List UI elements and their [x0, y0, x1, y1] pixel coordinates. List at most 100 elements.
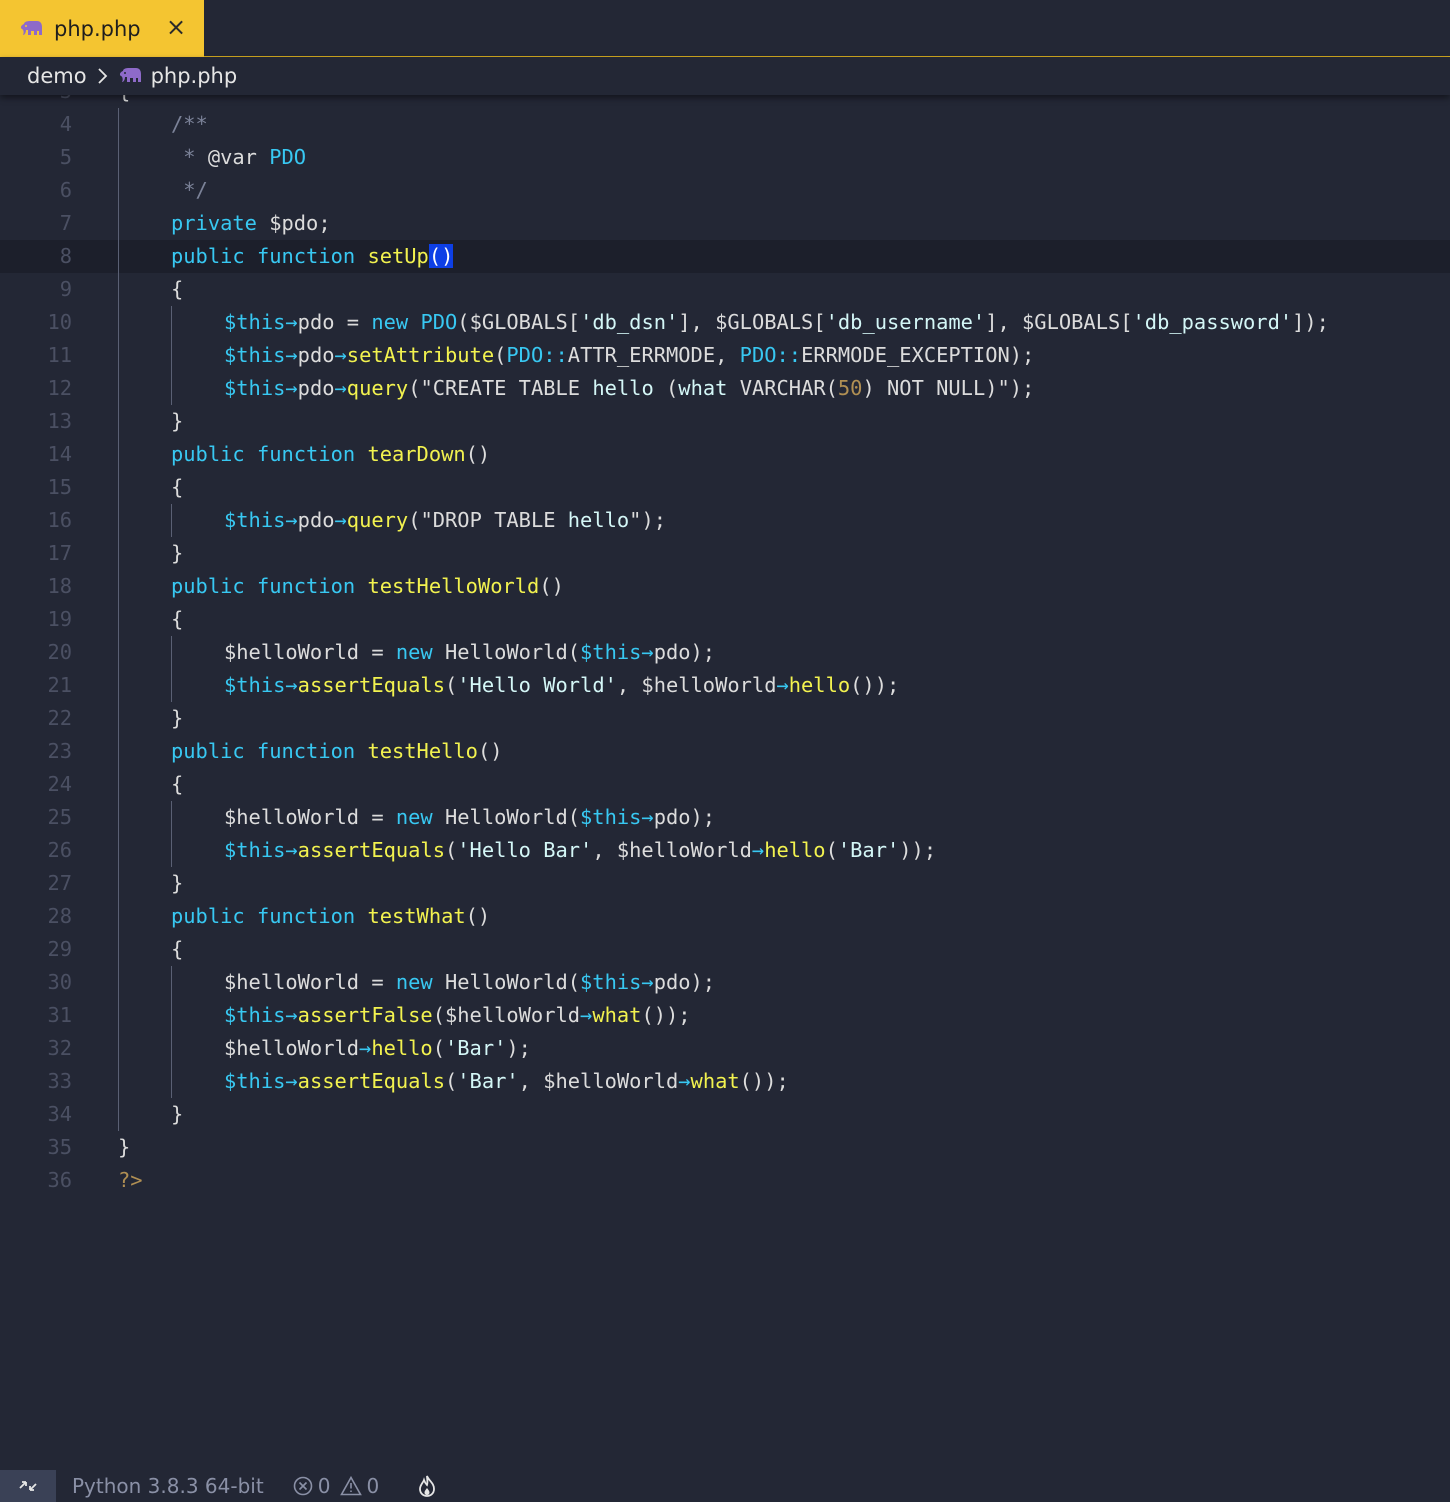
code-token: ( — [445, 673, 458, 697]
code-token: public — [171, 244, 257, 268]
code-line[interactable]: 12 $this→pdo→query("CREATE TABLE hello (w… — [0, 372, 1450, 405]
code-line[interactable]: 25 $helloWorld = new HelloWorld($this→pdo… — [0, 801, 1450, 834]
code-line[interactable]: 30 $helloWorld = new HelloWorld($this→pdo… — [0, 966, 1450, 999]
code-text: ?> — [118, 1164, 143, 1197]
code-token: assertEquals — [297, 838, 445, 862]
code-line[interactable]: 21 $this→assertEquals('Hello World', $hel… — [0, 669, 1450, 702]
code-line[interactable]: 16 $this→pdo→query("DROP TABLE hello"); — [0, 504, 1450, 537]
code-text: * @var PDO — [171, 141, 306, 174]
line-number: 26 — [47, 838, 72, 862]
code-editor[interactable]: 3{ 4 /** 5 * @var PDO6 */7private $pdo; 8 pub… — [0, 95, 1450, 1470]
code-token: @var — [207, 145, 270, 169]
code-text: $this→assertEquals('Bar', $helloWorld→wh… — [224, 1065, 789, 1098]
code-token: query — [346, 508, 409, 532]
problems-indicator[interactable]: 0 0 — [292, 1474, 389, 1498]
code-line[interactable]: 31 $this→assertFalse($helloWorld→what()); — [0, 999, 1450, 1032]
code-text: $this→assertEquals('Hello Bar', $helloWo… — [224, 834, 936, 867]
code-token: testWhat — [367, 904, 466, 928]
remote-button[interactable] — [0, 1470, 56, 1502]
remote-icon — [19, 1481, 37, 1491]
code-line[interactable]: 10 $this→pdo = new PDO($GLOBALS['db_dsn']… — [0, 306, 1450, 339]
code-line[interactable]: 19 { — [0, 603, 1450, 636]
code-token: } — [171, 409, 184, 433]
code-text: public function testHello() — [171, 735, 503, 768]
code-token: $pdo; — [269, 211, 331, 235]
code-line[interactable]: 14 public function tearDown() — [0, 438, 1450, 471]
code-token: )); — [899, 838, 937, 862]
line-number: 30 — [47, 970, 72, 994]
code-token: → — [580, 1003, 593, 1027]
code-line[interactable]: 20 $helloWorld = new HelloWorld($this→pdo… — [0, 636, 1450, 669]
tab-php-file[interactable]: php.php × — [0, 0, 204, 57]
code-line[interactable]: 35} — [0, 1131, 1450, 1164]
code-line[interactable]: 32 $helloWorld→hello('Bar'); — [0, 1032, 1450, 1065]
code-token: { — [171, 475, 184, 499]
code-token: new — [395, 640, 445, 664]
code-token: → — [285, 508, 298, 532]
code-line[interactable]: 6 */ — [0, 174, 1450, 207]
breadcrumb-item-demo[interactable]: demo — [27, 64, 87, 88]
code-line[interactable]: 15 { — [0, 471, 1450, 504]
indent-guide — [171, 504, 172, 537]
code-token: $this — [224, 1069, 286, 1093]
code-token: ); — [506, 1036, 531, 1060]
code-token: } — [171, 706, 184, 730]
code-token: } — [171, 541, 184, 565]
code-token: function — [256, 739, 368, 763]
code-line[interactable]: 17} — [0, 537, 1450, 570]
code-line[interactable]: 18 public function testHelloWorld() — [0, 570, 1450, 603]
code-line[interactable]: 4 /** — [0, 108, 1450, 141]
code-token: 'Hello World' — [457, 673, 617, 697]
line-number: 36 — [47, 1168, 72, 1192]
flame-button[interactable] — [417, 1474, 437, 1498]
code-token: new — [395, 805, 445, 829]
code-line[interactable]: 34} — [0, 1098, 1450, 1131]
code-line[interactable]: 3{ — [0, 95, 1450, 108]
code-line[interactable]: 36 ?> — [0, 1164, 1450, 1197]
code-line[interactable]: 7 private $pdo; — [0, 207, 1450, 240]
code-token: ], $GLOBALS[ — [678, 310, 826, 334]
code-token: ], $GLOBALS[ — [985, 310, 1133, 334]
code-line[interactable]: 23 public function testHello() — [0, 735, 1450, 768]
tab-close-button[interactable]: × — [166, 14, 186, 40]
code-token: ( — [666, 376, 679, 400]
python-interpreter[interactable]: Python 3.8.3 64-bit — [72, 1474, 264, 1498]
code-text: $helloWorld = new HelloWorld($this→pdo); — [224, 636, 715, 669]
code-token: /** — [171, 112, 208, 136]
line-number: 8 — [59, 244, 72, 268]
code-token: $this — [580, 970, 642, 994]
code-token: hello — [592, 376, 667, 400]
code-token: assertFalse — [297, 1003, 433, 1027]
code-line[interactable]: 9{ — [0, 273, 1450, 306]
code-line[interactable]: 8 public function setUp() — [0, 240, 1450, 273]
breadcrumb-item-file[interactable]: php.php — [151, 64, 238, 88]
code-line[interactable]: 22} — [0, 702, 1450, 735]
code-line[interactable]: 27} — [0, 867, 1450, 900]
line-number: 6 — [59, 178, 72, 202]
code-token: assertEquals — [297, 673, 445, 697]
line-number: 5 — [59, 145, 72, 169]
code-text: { — [171, 273, 183, 306]
code-token: ()); — [641, 1003, 691, 1027]
code-text: /** — [171, 108, 208, 141]
code-line[interactable]: 28 public function testWhat() — [0, 900, 1450, 933]
code-token: "); — [629, 508, 667, 532]
line-number: 29 — [47, 937, 72, 961]
line-number: 21 — [47, 673, 72, 697]
line-number: 14 — [47, 442, 72, 466]
code-token: } — [171, 871, 184, 895]
code-line[interactable]: 29 { — [0, 933, 1450, 966]
code-line[interactable]: 24 { — [0, 768, 1450, 801]
code-token: setAttribute — [346, 343, 495, 367]
code-token: ATTR_ERRMODE, — [567, 343, 740, 367]
code-line[interactable]: 33 $this→assertEquals('Bar', $helloWorld→… — [0, 1065, 1450, 1098]
code-line[interactable]: 26 $this→assertEquals('Hello Bar', $hello… — [0, 834, 1450, 867]
line-number: 31 — [47, 1003, 72, 1027]
code-line[interactable]: 11 $this→pdo→setAttribute(PDO::ATTR_ERRMO… — [0, 339, 1450, 372]
code-token: pdo); — [653, 805, 716, 829]
line-number: 4 — [59, 112, 72, 136]
code-line[interactable]: 13} — [0, 405, 1450, 438]
line-number: 16 — [47, 508, 72, 532]
code-line[interactable]: 5 * @var PDO — [0, 141, 1450, 174]
code-token: 'Bar' — [457, 1069, 519, 1093]
